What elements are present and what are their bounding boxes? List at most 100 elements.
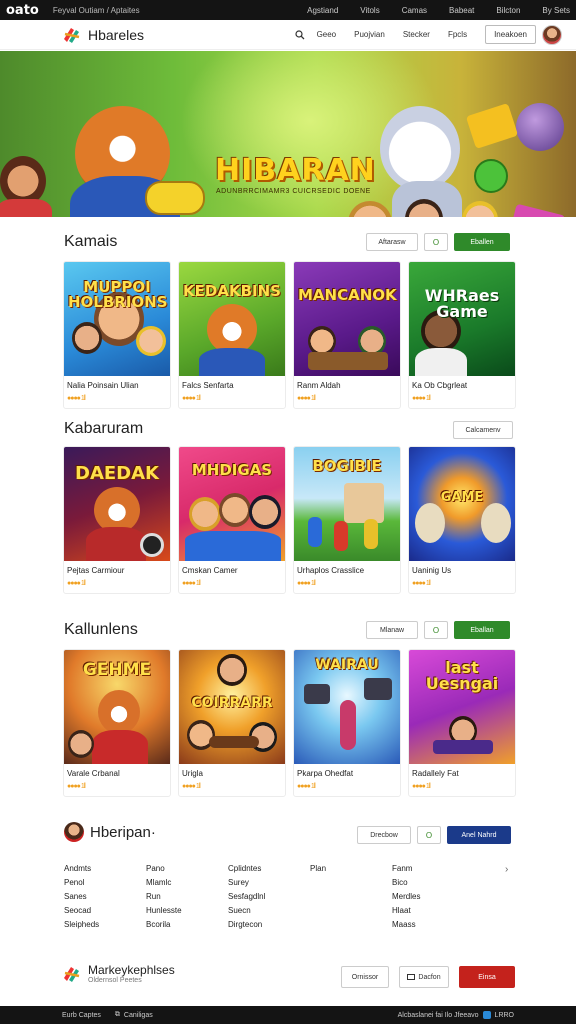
game-card[interactable]: BOGIBIE Urhaplos Crasslice ●●●● 1ll bbox=[293, 446, 401, 594]
primary-button[interactable]: Eballan bbox=[454, 621, 510, 639]
game-thumbnail[interactable]: MANCANOK bbox=[294, 262, 400, 376]
primary-button[interactable]: Einsa bbox=[459, 966, 515, 988]
footer-link[interactable]: Dirgtecon bbox=[228, 920, 310, 934]
toggle-circle-button[interactable]: O bbox=[424, 233, 448, 251]
footer-link[interactable]: Bico bbox=[392, 878, 474, 892]
top-link[interactable]: Camas bbox=[402, 6, 427, 15]
kid-body-illustration bbox=[0, 199, 52, 217]
header-button[interactable]: Ineakoen bbox=[485, 25, 536, 44]
rating-stars: ●●●● 1ll bbox=[182, 580, 201, 587]
game-thumbnail[interactable]: MHDIGAS bbox=[179, 447, 285, 561]
brand-logo-icon[interactable] bbox=[62, 25, 82, 45]
footer-link[interactable]: Pano bbox=[146, 864, 228, 878]
character-illustration bbox=[189, 497, 221, 531]
top-link[interactable]: Bilcton bbox=[496, 6, 520, 15]
top-link[interactable]: Babeat bbox=[449, 6, 474, 15]
footer-link[interactable]: Merdles bbox=[392, 892, 474, 906]
nav-item[interactable]: Stecker bbox=[403, 30, 430, 39]
footer-link[interactable]: Fanm bbox=[392, 864, 474, 878]
bottom-link[interactable]: Eurb Captes bbox=[62, 1012, 101, 1019]
filter-button[interactable]: Drecbow bbox=[357, 826, 411, 844]
game-thumbnail[interactable]: WAIRAU bbox=[294, 650, 400, 764]
site-logo[interactable]: oato bbox=[6, 3, 39, 18]
game-thumbnail[interactable]: BOGIBIE bbox=[294, 447, 400, 561]
footer-link[interactable]: Maass bbox=[392, 920, 474, 934]
footer-link[interactable]: Andmts bbox=[64, 864, 146, 878]
outline-button-label: Dacfon bbox=[418, 973, 441, 981]
footer-column: Andmts Penol Sanes Seocad Sleipheds bbox=[64, 864, 146, 934]
chevron-right-icon[interactable]: › bbox=[505, 864, 508, 875]
footer-link[interactable]: Hunlesste bbox=[146, 906, 228, 920]
game-card[interactable]: GAME Uaninig Us ●●●● 1ll bbox=[408, 446, 516, 594]
outline-button[interactable]: Dacfon bbox=[399, 966, 449, 988]
user-avatar[interactable] bbox=[542, 24, 562, 45]
top-link[interactable]: Agstiand bbox=[307, 6, 338, 15]
footer-link[interactable]: Sesfagdlnl bbox=[228, 892, 310, 906]
footer-link[interactable]: Surey bbox=[228, 878, 310, 892]
toggle-circle-button[interactable]: O bbox=[417, 826, 441, 844]
game-name: Varale Crbanal bbox=[67, 769, 120, 778]
game-thumbnail[interactable]: GEHME bbox=[64, 650, 170, 764]
filter-button[interactable]: Calcamenv bbox=[453, 421, 513, 439]
footer-link[interactable]: Suecn bbox=[228, 906, 310, 920]
game-thumbnail[interactable]: DAEDAK bbox=[64, 447, 170, 561]
nav-item[interactable]: Fpcls bbox=[448, 30, 467, 39]
character-body-illustration bbox=[92, 730, 148, 764]
footer-link[interactable]: Sleipheds bbox=[64, 920, 146, 934]
yellow-block-illustration bbox=[465, 103, 519, 149]
filter-button[interactable]: Mlanaw bbox=[366, 621, 418, 639]
top-link[interactable]: By Sets bbox=[542, 6, 570, 15]
fox-illustration bbox=[98, 690, 140, 734]
footer-link[interactable]: Seocad bbox=[64, 906, 146, 920]
rating-stars: ●●●● 1ll bbox=[182, 395, 201, 402]
game-thumbnail[interactable]: last Uesngai bbox=[409, 650, 515, 764]
thumbnail-title: COIRRARR bbox=[191, 695, 273, 711]
game-card[interactable]: WAIRAU Pkarpa Ohedfat ●●●● 1ll bbox=[293, 649, 401, 797]
rating-stars: ●●●● 1ll bbox=[297, 395, 316, 402]
toggle-circle-button[interactable]: O bbox=[424, 621, 448, 639]
filter-button[interactable]: Aftarasw bbox=[366, 233, 418, 251]
footer-link[interactable]: Plan bbox=[310, 864, 392, 878]
bottom-link[interactable]: Caniligas bbox=[124, 1012, 153, 1019]
profile-avatar[interactable] bbox=[64, 822, 84, 842]
game-thumbnail[interactable]: MUPPOI HOLBRIONS bbox=[64, 262, 170, 376]
bottom-right: Alcbaslanei fai Ilo Jfeeavo LRRO bbox=[398, 1011, 514, 1019]
bottom-right-label[interactable]: LRRO bbox=[495, 1012, 514, 1019]
character-illustration bbox=[217, 654, 247, 686]
brand-logo-icon[interactable] bbox=[62, 964, 82, 984]
footer-link[interactable]: Cplidntes bbox=[228, 864, 310, 878]
game-card[interactable]: MANCANOK Ranm Aldah ●●●● 1ll bbox=[293, 261, 401, 409]
game-card[interactable]: WHRaes Game Ka Ob Cbgrleat ●●●● 1ll bbox=[408, 261, 516, 409]
footer-link[interactable]: Penol bbox=[64, 878, 146, 892]
game-card[interactable]: COIRRARR Urigla ●●●● 1ll bbox=[178, 649, 286, 797]
game-card[interactable]: GEHME Varale Crbanal ●●●● 1ll bbox=[63, 649, 171, 797]
game-thumbnail[interactable]: KEDAKBINS bbox=[179, 262, 285, 376]
footer-link[interactable]: Sanes bbox=[64, 892, 146, 906]
brand-name[interactable]: Hbareles bbox=[88, 27, 144, 43]
game-thumbnail[interactable]: COIRRARR bbox=[179, 650, 285, 764]
folder-icon bbox=[407, 974, 416, 980]
footer-controls: Drecbow O Anel Nahrd bbox=[357, 826, 511, 844]
footer-link[interactable]: Hlaat bbox=[392, 906, 474, 920]
game-card[interactable]: MUPPOI HOLBRIONS Nalia Poinsain Ulian ●●… bbox=[63, 261, 171, 409]
game-thumbnail[interactable]: GAME bbox=[409, 447, 515, 561]
game-card[interactable]: KEDAKBINS Falcs Senfarta ●●●● 1ll bbox=[178, 261, 286, 409]
footer-link[interactable]: Mlamlc bbox=[146, 878, 228, 892]
hero-banner[interactable]: HIBARAN ADUNBRRCIMAMR3 CUICRSEDIC DOENE bbox=[0, 51, 576, 217]
footer-link[interactable]: Run bbox=[146, 892, 228, 906]
game-card[interactable]: MHDIGAS Cmskan Camer ●●●● 1ll bbox=[178, 446, 286, 594]
footer-link[interactable]: Bcorila bbox=[146, 920, 228, 934]
game-card[interactable]: DAEDAK Pejtas Carmiour ●●●● 1ll bbox=[63, 446, 171, 594]
game-card[interactable]: last Uesngai Radallely Fat ●●●● 1ll bbox=[408, 649, 516, 797]
primary-button[interactable]: Anel Nahrd bbox=[447, 826, 511, 844]
creature-illustration bbox=[415, 503, 445, 543]
bottom-right-text[interactable]: Alcbaslanei fai Ilo Jfeeavo bbox=[398, 1012, 479, 1019]
game-thumbnail[interactable]: WHRaes Game bbox=[409, 262, 515, 376]
primary-button[interactable]: Eballen bbox=[454, 233, 510, 251]
search-icon[interactable] bbox=[294, 29, 305, 40]
rating-stars: ●●●● 1ll bbox=[297, 783, 316, 790]
nav-item[interactable]: Geeo bbox=[317, 30, 337, 39]
top-link[interactable]: Vitols bbox=[360, 6, 379, 15]
nav-item[interactable]: Puojvian bbox=[354, 30, 385, 39]
secondary-button[interactable]: Ornissor bbox=[341, 966, 389, 988]
